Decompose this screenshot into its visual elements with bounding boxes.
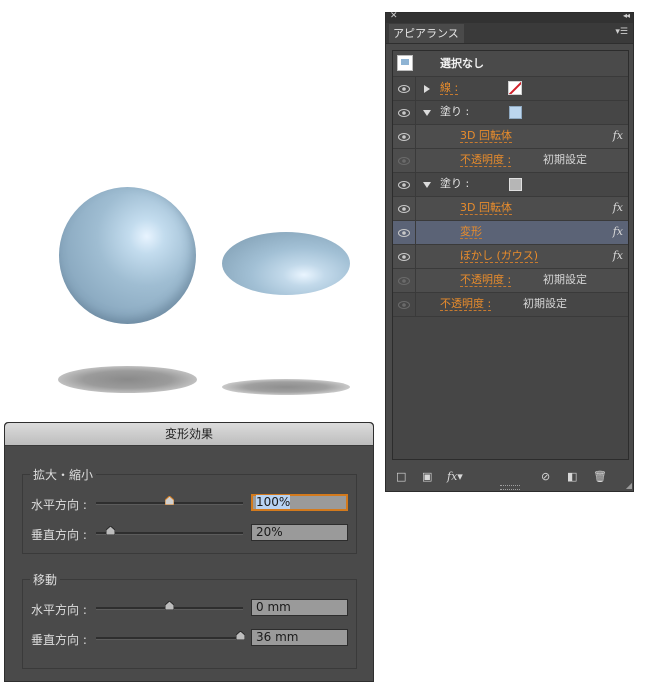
opacity-row-object[interactable]: 不透明度 : 初期設定: [393, 293, 628, 317]
visibility-eye-icon[interactable]: [393, 245, 416, 269]
effect-transform-link[interactable]: 変形: [460, 226, 482, 239]
effect-row-3d-revolve-2[interactable]: 3D 回転体 fx: [393, 197, 628, 221]
move-horizontal-slider[interactable]: [96, 601, 243, 610]
fx-icon[interactable]: fx: [613, 129, 623, 142]
add-new-effect-icon[interactable]: fx▾: [447, 471, 463, 483]
move-vertical-input[interactable]: 36 mm: [251, 629, 348, 646]
close-icon[interactable]: ✕: [390, 11, 398, 21]
panel-title-bar: ✕ ◂◂: [386, 11, 633, 23]
move-vertical-row: 垂直方向 : 36 mm: [31, 628, 351, 648]
scale-group-label: 拡大・縮小: [30, 466, 97, 483]
ellipsoid-object[interactable]: [222, 232, 350, 295]
move-vertical-slider[interactable]: [96, 631, 245, 640]
slider-knob[interactable]: [106, 526, 116, 535]
scale-horizontal-input[interactable]: 100%: [251, 494, 348, 511]
dialog-title: 変形効果: [5, 423, 373, 446]
visibility-eye-icon-disabled: [393, 293, 416, 317]
slider-knob[interactable]: [235, 631, 245, 640]
delete-item-icon[interactable]: 🗑: [593, 471, 607, 483]
visibility-eye-icon[interactable]: [393, 125, 416, 149]
opacity-label-link[interactable]: 不透明度 :: [440, 298, 492, 311]
visibility-eye-icon-disabled: [393, 269, 416, 293]
opacity-value: 初期設定: [523, 297, 567, 310]
scale-vertical-label: 垂直方向 :: [31, 528, 87, 542]
add-new-fill-icon[interactable]: ▣: [422, 471, 432, 483]
add-new-stroke-icon[interactable]: □: [396, 471, 406, 483]
scale-horizontal-row: 水平方向 : 100%: [31, 493, 351, 513]
move-group: 移動 水平方向 : 0 mm 垂直方向 : 36 mm: [22, 571, 357, 669]
visibility-eye-icon[interactable]: [393, 173, 416, 197]
artboard[interactable]: [0, 0, 385, 420]
move-vertical-label: 垂直方向 :: [31, 633, 87, 647]
visibility-eye-icon-disabled: [393, 149, 416, 173]
visibility-eye-icon[interactable]: [393, 221, 416, 245]
scale-vertical-row: 垂直方向 : 20%: [31, 523, 351, 543]
expand-triangle-icon[interactable]: [424, 85, 430, 93]
appearance-list: 選択なし 線 : 塗り : 3D 回転体 fx 不透明度 : 初期設定 塗り:…: [392, 50, 629, 460]
fill-swatch-1[interactable]: [509, 106, 522, 119]
effect-row-3d-revolve-1[interactable]: 3D 回転体 fx: [393, 125, 628, 149]
tab-appearance[interactable]: アピアランス: [389, 24, 464, 43]
stroke-swatch[interactable]: [508, 81, 522, 95]
stroke-row[interactable]: 線 :: [393, 77, 628, 101]
sphere-object[interactable]: [59, 187, 196, 324]
panel-menu-icon[interactable]: ▾☰: [615, 27, 628, 37]
move-horizontal-input[interactable]: 0 mm: [251, 599, 348, 616]
panel-tab-bar: アピアランス ▾☰: [386, 23, 633, 44]
fill-label: 塗り :: [440, 177, 470, 190]
ellipsoid-shadow[interactable]: [222, 379, 350, 395]
fill-row-2[interactable]: 塗り :: [393, 173, 628, 197]
move-horizontal-label: 水平方向 :: [31, 603, 87, 617]
appearance-header-row: 選択なし: [393, 51, 628, 77]
scale-vertical-input[interactable]: 20%: [251, 524, 348, 541]
effect-3d-revolve-link[interactable]: 3D 回転体: [460, 130, 512, 143]
clear-appearance-icon[interactable]: ⊘: [541, 471, 550, 483]
scale-vertical-slider[interactable]: [96, 526, 243, 535]
stroke-label-link[interactable]: 線 :: [440, 82, 459, 95]
sphere-shadow[interactable]: [58, 366, 197, 393]
duplicate-item-icon[interactable]: ◧: [567, 471, 577, 483]
appearance-header-title: 選択なし: [440, 57, 484, 70]
transform-effect-dialog: 変形効果 拡大・縮小 水平方向 : 100% 垂直方向 : 20% 移動 水平方…: [4, 422, 374, 682]
scale-horizontal-slider[interactable]: [96, 496, 243, 505]
effect-gaussian-blur-link[interactable]: ぼかし (ガウス): [460, 250, 539, 263]
opacity-value: 初期設定: [543, 273, 587, 286]
move-group-label: 移動: [30, 571, 61, 588]
fx-icon[interactable]: fx: [613, 225, 623, 238]
visibility-eye-icon[interactable]: [393, 197, 416, 221]
fill-label: 塗り :: [440, 105, 470, 118]
fx-icon[interactable]: fx: [613, 201, 623, 214]
scale-horizontal-value: 100%: [256, 495, 291, 509]
resize-grip[interactable]: [500, 485, 520, 490]
slider-knob[interactable]: [165, 496, 174, 505]
effect-3d-revolve-link[interactable]: 3D 回転体: [460, 202, 512, 215]
scale-group: 拡大・縮小 水平方向 : 100% 垂直方向 : 20%: [22, 466, 357, 554]
effect-row-gaussian-blur[interactable]: ぼかし (ガウス) fx: [393, 245, 628, 269]
opacity-label-link[interactable]: 不透明度 :: [460, 274, 512, 287]
move-horizontal-row: 水平方向 : 0 mm: [31, 598, 351, 618]
fill-swatch-2[interactable]: [509, 178, 522, 191]
collapse-triangle-icon[interactable]: [423, 110, 431, 116]
opacity-label-link[interactable]: 不透明度 :: [460, 154, 512, 167]
opacity-value: 初期設定: [543, 153, 587, 166]
collapse-triangle-icon[interactable]: [423, 182, 431, 188]
effect-row-transform[interactable]: 変形 fx: [393, 221, 628, 245]
visibility-eye-icon[interactable]: [393, 101, 416, 125]
collapse-icon[interactable]: ◂◂: [623, 11, 630, 20]
object-thumbnail-icon: [397, 55, 413, 71]
fx-icon[interactable]: fx: [613, 249, 623, 262]
slider-knob[interactable]: [165, 601, 174, 610]
opacity-row-fill-1[interactable]: 不透明度 : 初期設定: [393, 149, 628, 173]
scale-horizontal-label: 水平方向 :: [31, 498, 87, 512]
fill-row-1[interactable]: 塗り :: [393, 101, 628, 125]
appearance-panel: ✕ ◂◂ アピアランス ▾☰ 選択なし 線 : 塗り : 3D 回転体 fx 不…: [385, 11, 634, 492]
opacity-row-fill-2[interactable]: 不透明度 : 初期設定: [393, 269, 628, 293]
resize-corner-icon[interactable]: ◢: [626, 481, 632, 490]
panel-bottom-toolbar: □ ▣ fx▾ ⊘ ◧ 🗑 ◢: [386, 464, 633, 491]
fx-menu-label: fx: [447, 470, 458, 483]
visibility-eye-icon[interactable]: [393, 77, 416, 101]
